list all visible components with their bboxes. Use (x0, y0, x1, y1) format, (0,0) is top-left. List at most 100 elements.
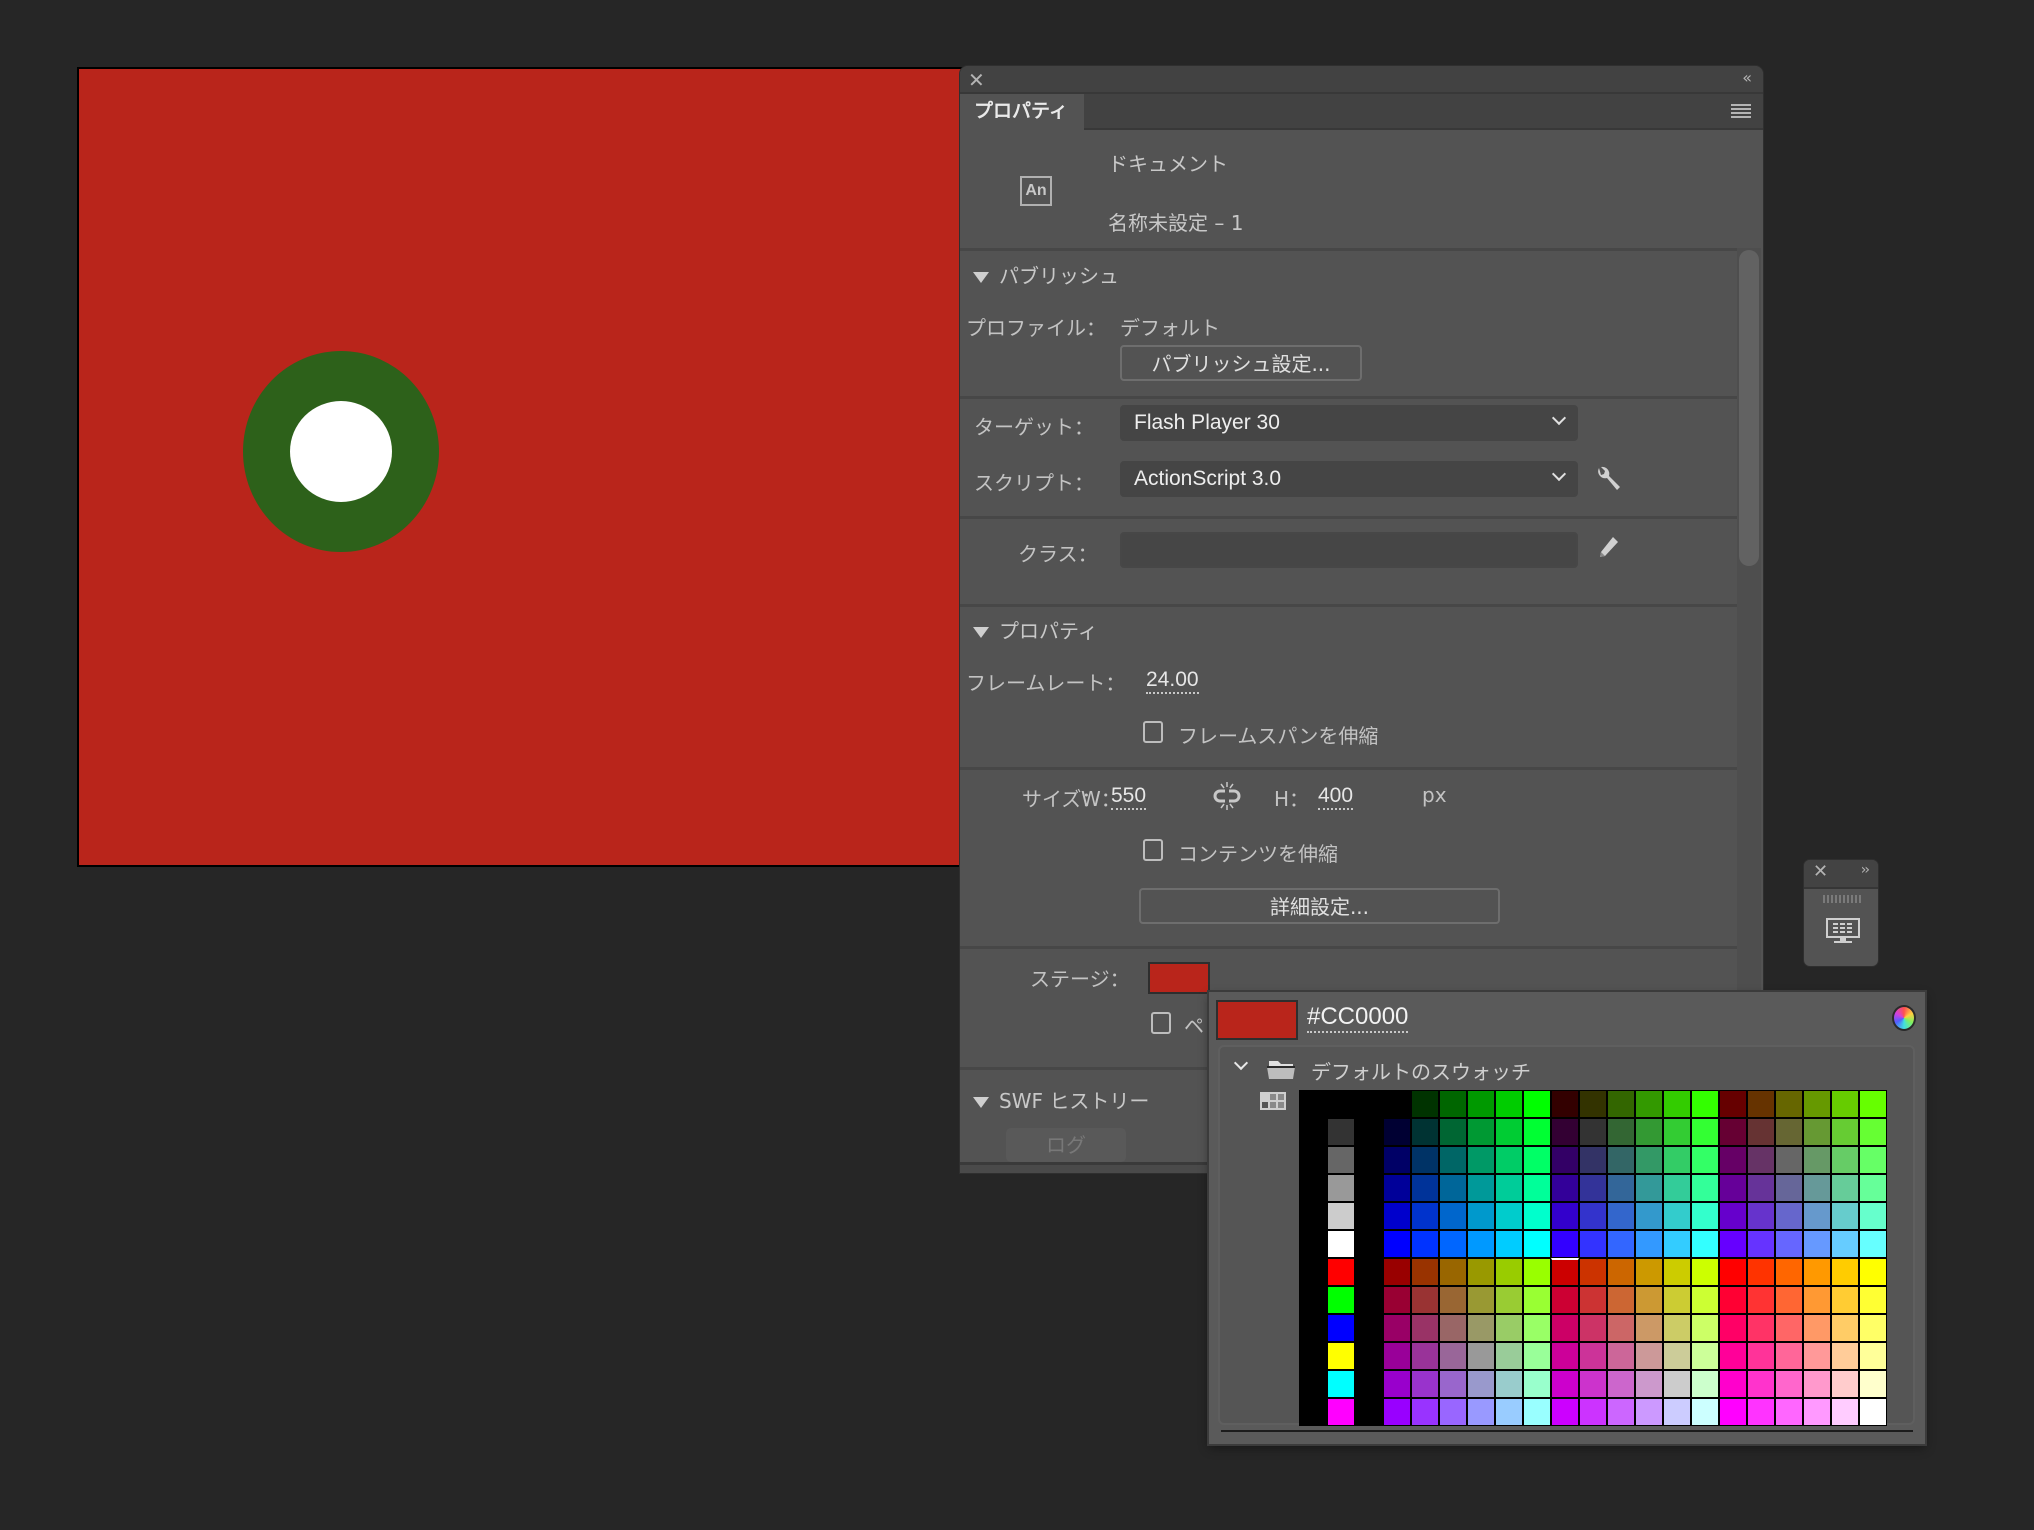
swatch-cell[interactable] (1831, 1398, 1859, 1426)
swatch-cell[interactable] (1663, 1146, 1691, 1174)
swatch-cell[interactable] (1523, 1342, 1551, 1370)
scale-spans-checkbox[interactable] (1143, 721, 1163, 743)
tab-properties[interactable]: プロパティ (960, 94, 1084, 130)
swatch-cell[interactable] (1831, 1258, 1859, 1286)
white-circle-shape[interactable] (290, 401, 392, 502)
swatch-cell[interactable] (1355, 1258, 1383, 1286)
script-select[interactable]: ActionScript 3.0 (1120, 461, 1578, 497)
swatch-cell[interactable] (1467, 1286, 1495, 1314)
swatch-cell[interactable] (1523, 1174, 1551, 1202)
publish-settings-button[interactable]: パブリッシュ設定... (1120, 345, 1362, 381)
swatch-cell[interactable] (1327, 1286, 1355, 1314)
swatch-cell[interactable] (1635, 1202, 1663, 1230)
swatch-cell[interactable] (1635, 1398, 1663, 1426)
swatch-cell[interactable] (1327, 1174, 1355, 1202)
swatch-cell[interactable] (1859, 1286, 1887, 1314)
swatch-cell[interactable] (1523, 1370, 1551, 1398)
swatch-cell[interactable] (1467, 1342, 1495, 1370)
swatch-cell[interactable] (1551, 1258, 1579, 1286)
swatch-cell[interactable] (1299, 1398, 1327, 1426)
swatch-cell[interactable] (1803, 1314, 1831, 1342)
swatch-cell[interactable] (1299, 1090, 1327, 1118)
swatch-cell[interactable] (1411, 1342, 1439, 1370)
swatch-cell[interactable] (1831, 1314, 1859, 1342)
swatch-cell[interactable] (1439, 1090, 1467, 1118)
swatch-cell[interactable] (1327, 1090, 1355, 1118)
swatch-cell[interactable] (1523, 1258, 1551, 1286)
drag-grip[interactable] (1823, 895, 1861, 903)
swatch-cell[interactable] (1299, 1174, 1327, 1202)
swatch-cell[interactable] (1747, 1202, 1775, 1230)
framerate-value[interactable]: 24.00 (1146, 668, 1199, 694)
swatch-cell[interactable] (1411, 1314, 1439, 1342)
swatch-cell[interactable] (1859, 1090, 1887, 1118)
link-proportions-icon[interactable] (1210, 780, 1244, 812)
swatch-cell[interactable] (1747, 1342, 1775, 1370)
swatch-cell[interactable] (1607, 1090, 1635, 1118)
pencil-icon[interactable] (1596, 534, 1622, 562)
swatch-cell[interactable] (1663, 1314, 1691, 1342)
swatch-cell[interactable] (1467, 1398, 1495, 1426)
swatch-cell[interactable] (1299, 1230, 1327, 1258)
swatch-cell[interactable] (1859, 1174, 1887, 1202)
swatch-cell[interactable] (1635, 1146, 1663, 1174)
swatch-cell[interactable] (1523, 1314, 1551, 1342)
swatch-cell[interactable] (1467, 1146, 1495, 1174)
swatch-cell[interactable] (1411, 1286, 1439, 1314)
swatch-cell[interactable] (1439, 1118, 1467, 1146)
swatch-cell[interactable] (1467, 1202, 1495, 1230)
swatch-cell[interactable] (1803, 1286, 1831, 1314)
close-icon[interactable]: ✕ (968, 68, 985, 92)
swatch-cell[interactable] (1747, 1286, 1775, 1314)
swatch-cell[interactable] (1551, 1314, 1579, 1342)
advanced-settings-button[interactable]: 詳細設定... (1139, 888, 1500, 924)
swatch-cell[interactable] (1663, 1398, 1691, 1426)
swatch-cell[interactable] (1579, 1174, 1607, 1202)
swatch-cell[interactable] (1635, 1286, 1663, 1314)
swatch-cell[interactable] (1551, 1090, 1579, 1118)
swatch-cell[interactable] (1355, 1342, 1383, 1370)
swatch-cell[interactable] (1327, 1202, 1355, 1230)
swatch-cell[interactable] (1355, 1090, 1383, 1118)
swatch-cell[interactable] (1747, 1370, 1775, 1398)
swatch-cell[interactable] (1859, 1398, 1887, 1426)
swatch-cell[interactable] (1607, 1118, 1635, 1146)
swatch-cell[interactable] (1663, 1090, 1691, 1118)
stage-canvas[interactable] (79, 69, 977, 865)
swatch-cell[interactable] (1719, 1314, 1747, 1342)
swatch-cell[interactable] (1551, 1370, 1579, 1398)
swatch-cell[interactable] (1523, 1286, 1551, 1314)
swatch-cell[interactable] (1859, 1258, 1887, 1286)
swatch-cell[interactable] (1691, 1258, 1719, 1286)
swatch-cell[interactable] (1383, 1174, 1411, 1202)
swatch-cell[interactable] (1355, 1202, 1383, 1230)
swatch-cell[interactable] (1551, 1230, 1579, 1258)
swatch-cell[interactable] (1327, 1258, 1355, 1286)
swatch-cell[interactable] (1663, 1370, 1691, 1398)
swatch-cell[interactable] (1439, 1370, 1467, 1398)
swatch-cell[interactable] (1579, 1314, 1607, 1342)
swatch-cell[interactable] (1467, 1258, 1495, 1286)
swatch-cell[interactable] (1495, 1202, 1523, 1230)
swatch-cell[interactable] (1579, 1286, 1607, 1314)
swatch-cell[interactable] (1719, 1286, 1747, 1314)
swatch-cell[interactable] (1607, 1314, 1635, 1342)
swatch-cell[interactable] (1775, 1146, 1803, 1174)
swatch-cell[interactable] (1579, 1230, 1607, 1258)
swatch-cell[interactable] (1607, 1258, 1635, 1286)
swatch-cell[interactable] (1551, 1286, 1579, 1314)
swatch-grid-view-icon[interactable] (1260, 1092, 1286, 1110)
swatch-cell[interactable] (1691, 1146, 1719, 1174)
swatch-cell[interactable] (1775, 1118, 1803, 1146)
swatch-cell[interactable] (1495, 1258, 1523, 1286)
swatch-cell[interactable] (1859, 1370, 1887, 1398)
swatch-cell[interactable] (1635, 1174, 1663, 1202)
swatch-cell[interactable] (1775, 1370, 1803, 1398)
swatch-cell[interactable] (1719, 1202, 1747, 1230)
swatch-cell[interactable] (1411, 1230, 1439, 1258)
swatch-cell[interactable] (1775, 1258, 1803, 1286)
swatch-cell[interactable] (1747, 1090, 1775, 1118)
swatch-cell[interactable] (1579, 1258, 1607, 1286)
swatch-cell[interactable] (1719, 1118, 1747, 1146)
swatch-cell[interactable] (1719, 1398, 1747, 1426)
